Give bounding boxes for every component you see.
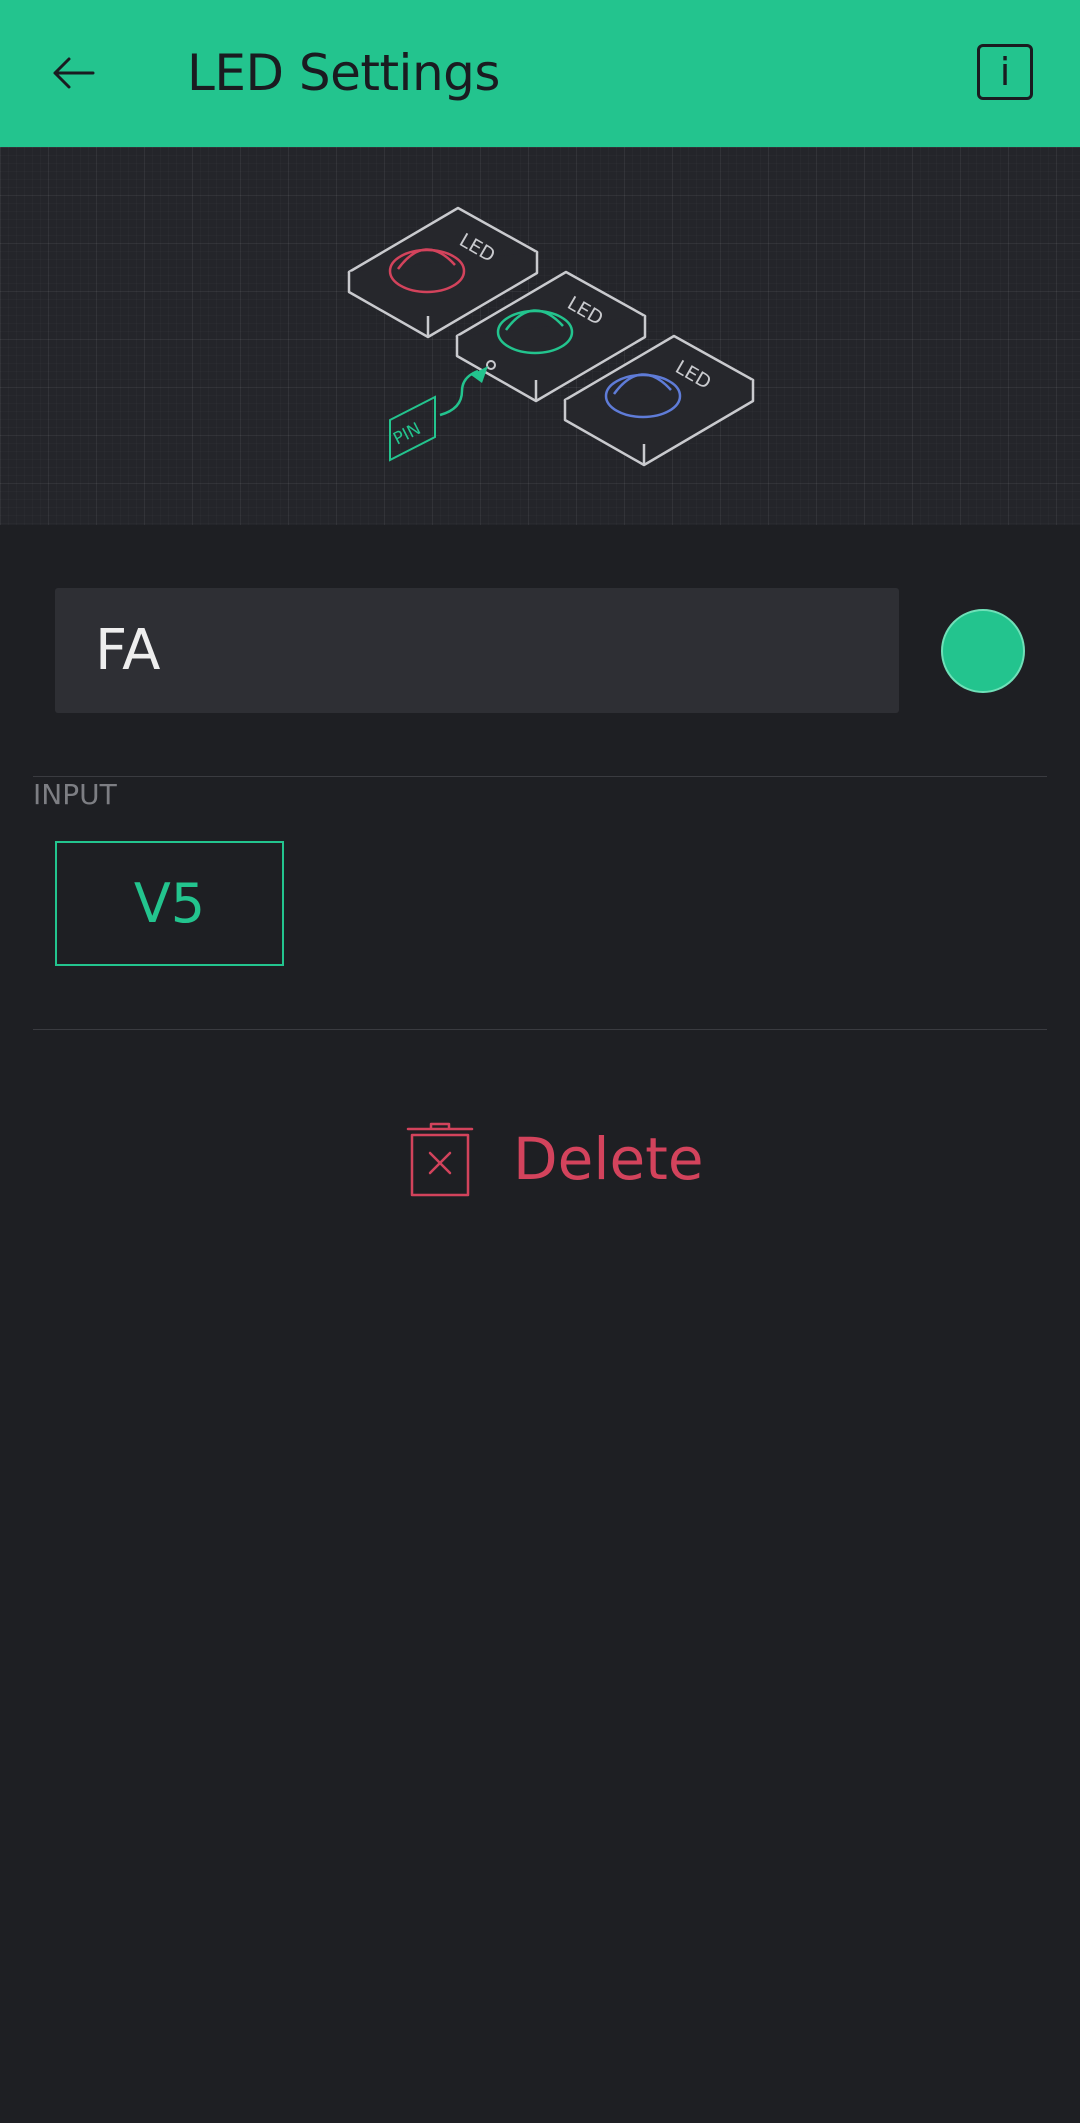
info-icon: i [999, 50, 1011, 94]
delete-label: Delete [513, 1125, 704, 1193]
widget-name-field[interactable]: FA [55, 588, 899, 713]
info-button[interactable]: i [977, 44, 1033, 100]
app-header: LED Settings i [0, 0, 1080, 147]
divider [33, 1029, 1047, 1030]
widget-name-value: FA [95, 618, 161, 683]
pin-value: V5 [133, 872, 206, 935]
pin-wire [439, 369, 479, 417]
led-illustration: LED LED LED PIN [347, 206, 755, 467]
pin-select-button[interactable]: V5 [55, 841, 284, 966]
trash-icon [406, 1122, 474, 1197]
input-section-label: INPUT [33, 778, 117, 811]
color-picker-button[interactable] [941, 609, 1025, 693]
back-button[interactable] [40, 34, 106, 112]
widget-illustration: LED LED LED PIN [0, 147, 1080, 525]
delete-button[interactable]: Delete [405, 1117, 704, 1201]
page-title: LED Settings [187, 44, 500, 102]
arrow-left-icon [53, 57, 95, 89]
divider [33, 776, 1047, 777]
